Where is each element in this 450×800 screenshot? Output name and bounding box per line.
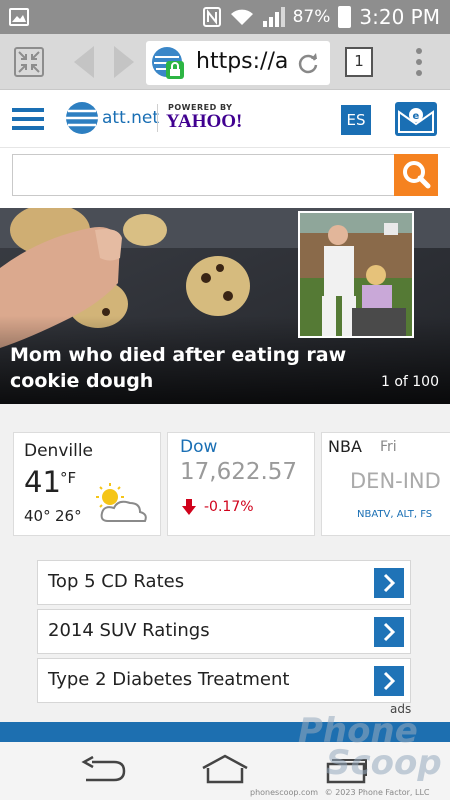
language-button[interactable]: ES [341,105,371,135]
sponsored-link-label: Top 5 CD Rates [48,571,185,592]
hero-headline[interactable]: Mom who died after eating raw cookie dou… [10,342,360,394]
sports-league: NBA [328,437,362,456]
url-text[interactable]: https://att [196,49,288,74]
back-icon[interactable] [80,755,128,786]
wifi-icon [229,7,255,27]
info-cards: Denville 41 °F 40° 26° Dow 17,622.57 -0.… [0,404,450,550]
sponsored-links: Top 5 CD Rates 2014 SUV Ratings Type 2 D… [0,550,450,722]
sports-matchup: DEN-IND [350,469,441,493]
hero-headline-line1: Mom who died after eating raw [10,344,347,366]
watermark-site: phonescoop.com [250,788,319,797]
header-divider [157,104,158,132]
weather-unit: °F [60,469,77,487]
sponsored-link-label: Type 2 Diabetes Treatment [48,669,290,690]
search-row [0,148,450,208]
chevron-right-icon[interactable] [374,617,404,647]
url-bar[interactable]: https://att [146,41,330,85]
watermark-line2: Scoop [326,743,442,783]
search-button[interactable] [394,154,438,196]
overflow-menu-icon[interactable] [414,46,424,78]
sponsored-link-label: 2014 SUV Ratings [48,620,210,641]
sponsored-link-cd-rates[interactable]: Top 5 CD Rates [37,560,411,605]
stock-change: -0.17% [204,499,254,515]
sports-day: Fri [380,439,397,455]
tab-count: 1 [354,52,364,70]
stock-value: 17,622.57 [180,459,298,485]
language-button-label: ES [346,111,366,129]
stock-card[interactable]: Dow 17,622.57 -0.17% [167,432,315,536]
home-icon[interactable] [200,754,250,786]
back-arrow-icon[interactable] [70,44,98,80]
weather-high: 40° [24,507,51,525]
hero-slideshow[interactable]: Mom who died after eating raw cookie dou… [0,208,450,404]
browser-toolbar: https://att 1 [0,34,450,90]
nfc-icon [202,7,221,27]
watermark-footer: phonescoop.com © 2023 Phone Factor, LLC [250,788,448,800]
battery-icon [338,6,352,28]
image-notification-icon [9,8,29,26]
sports-networks: NBATV, ALT, FS [357,509,433,520]
watermark-logo: Phone Scoop [298,705,448,785]
fullscreen-exit-icon[interactable] [14,47,44,77]
weather-temp: 41 [24,465,61,499]
secure-lock-icon [166,61,184,79]
forward-arrow-icon[interactable] [110,44,138,80]
att-globe-logo[interactable] [66,102,98,134]
sports-card[interactable]: NBA Fri DEN-IND NBATV, ALT, FS [321,432,450,536]
hamburger-menu-icon[interactable] [12,107,46,131]
down-arrow-icon [182,499,196,515]
slide-counter: 1 of 100 [380,374,439,390]
hero-inset-photo[interactable] [298,211,414,338]
signal-icon [262,7,285,27]
site-header: att.net POWERED BY YAHOO! ES e [0,90,450,148]
tabs-button[interactable]: 1 [345,47,373,77]
refresh-icon[interactable] [296,51,320,75]
chevron-right-icon[interactable] [374,568,404,598]
chevron-right-icon[interactable] [374,666,404,696]
svg-text:e: e [413,111,420,122]
weather-card[interactable]: Denville 41 °F 40° 26° [13,432,161,536]
att-net-logo-text[interactable]: att.net [102,108,159,128]
clock: 3:20 PM [359,5,440,29]
search-input[interactable] [12,154,395,196]
weather-city: Denville [24,441,94,461]
yahoo-logo: YAHOO! [166,111,243,132]
search-icon [403,161,431,189]
email-icon[interactable]: e [395,102,437,136]
watermark-copyright: © 2023 Phone Factor, LLC [324,788,430,797]
sponsored-link-diabetes[interactable]: Type 2 Diabetes Treatment [37,658,411,703]
weather-low: 26° [55,507,82,525]
sponsored-link-suv-ratings[interactable]: 2014 SUV Ratings [37,609,411,654]
status-bar: 87% 3:20 PM [0,0,450,34]
hero-headline-line2: cookie dough [10,370,154,392]
partly-cloudy-icon [90,481,150,525]
stock-name: Dow [180,437,218,457]
battery-percent: 87% [292,7,331,27]
